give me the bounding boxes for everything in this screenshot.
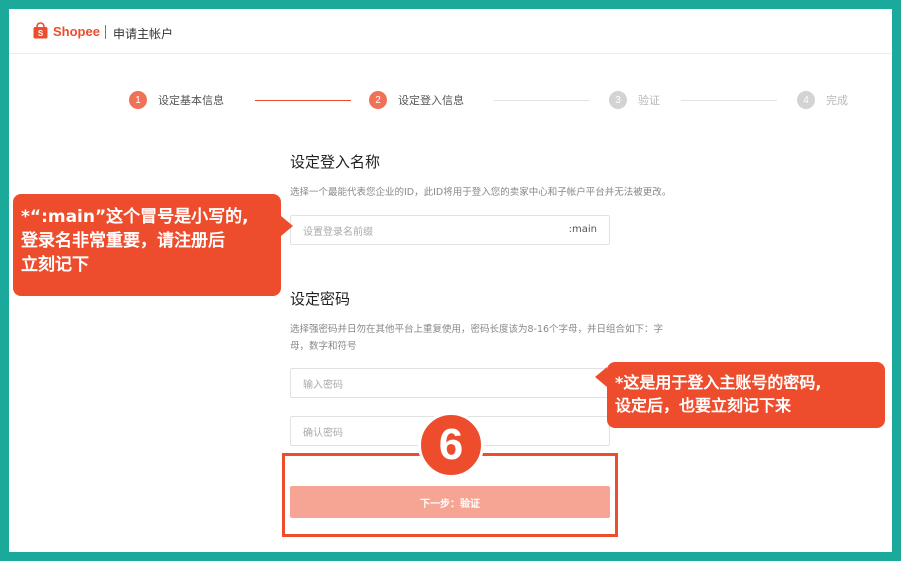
top-bar: S Shopee 申请主帐户	[9, 9, 892, 54]
step-connector-3	[681, 100, 777, 101]
page-frame: S Shopee 申请主帐户 1 设定基本信息 2 设定登入信息 3 验证 4 …	[9, 9, 892, 552]
password-help-line1: 选择强密码并日勿在其他平台上重复使用，密码长度该为8-16个字母，并日组合如下：…	[290, 324, 664, 335]
svg-text:S: S	[38, 29, 44, 38]
step-4: 4 完成	[797, 91, 848, 109]
password-help-line2: 母，数字和符号	[290, 341, 357, 352]
callout-right-line2: 设定后，也要立刻记下来	[615, 396, 792, 415]
page-title: 申请主帐户	[113, 27, 174, 41]
login-suffix: :main	[568, 224, 597, 235]
step-3-label: 验证	[638, 94, 660, 107]
step-1: 1 设定基本信息	[129, 91, 224, 109]
step-4-number: 4	[797, 91, 815, 109]
step-connector-2	[494, 100, 590, 101]
callout-left-line3: 立刻记下	[21, 255, 89, 275]
shopee-bag-icon: S	[33, 22, 48, 39]
step-4-label: 完成	[826, 94, 848, 107]
login-name-title: 设定登入名称	[290, 153, 381, 171]
password-title: 设定密码	[290, 290, 351, 308]
header-divider	[105, 25, 106, 39]
step-2-number: 2	[369, 91, 387, 109]
step-1-number: 1	[129, 91, 147, 109]
step-number-badge: 6	[418, 412, 484, 478]
step-1-label: 设定基本信息	[158, 94, 224, 107]
callout-right-pointer	[595, 367, 607, 387]
brand-logo[interactable]: Shopee	[53, 24, 100, 39]
callout-left-pointer	[281, 216, 293, 236]
login-prefix-input[interactable]: 设置登录名前缀 :main	[290, 215, 610, 245]
confirm-password-placeholder: 确认密码	[303, 427, 343, 439]
step-2: 2 设定登入信息	[369, 91, 464, 109]
step-3: 3 验证	[609, 91, 660, 109]
callout-login-name: *“:main”这个冒号是小写的, 登录名非常重要，请注册后 立刻记下	[13, 194, 281, 296]
callout-right-line1: *这是用于登入主账号的密码,	[615, 373, 822, 392]
step-3-number: 3	[609, 91, 627, 109]
login-prefix-placeholder: 设置登录名前缀	[303, 226, 373, 238]
step-connector-1	[255, 100, 351, 101]
callout-left-line1: *“:main”这个冒号是小写的,	[21, 207, 249, 227]
password-placeholder: 输入密码	[303, 379, 343, 391]
login-name-help: 选择一个最能代表您企业的ID，此ID将用于登入您的卖家中心和子帐户平台并无法被更…	[290, 187, 672, 198]
step-2-label: 设定登入信息	[398, 94, 464, 107]
password-input[interactable]: 输入密码	[290, 368, 610, 398]
callout-password: *这是用于登入主账号的密码, 设定后，也要立刻记下来	[607, 362, 885, 428]
callout-left-line2: 登录名非常重要，请注册后	[21, 231, 225, 251]
